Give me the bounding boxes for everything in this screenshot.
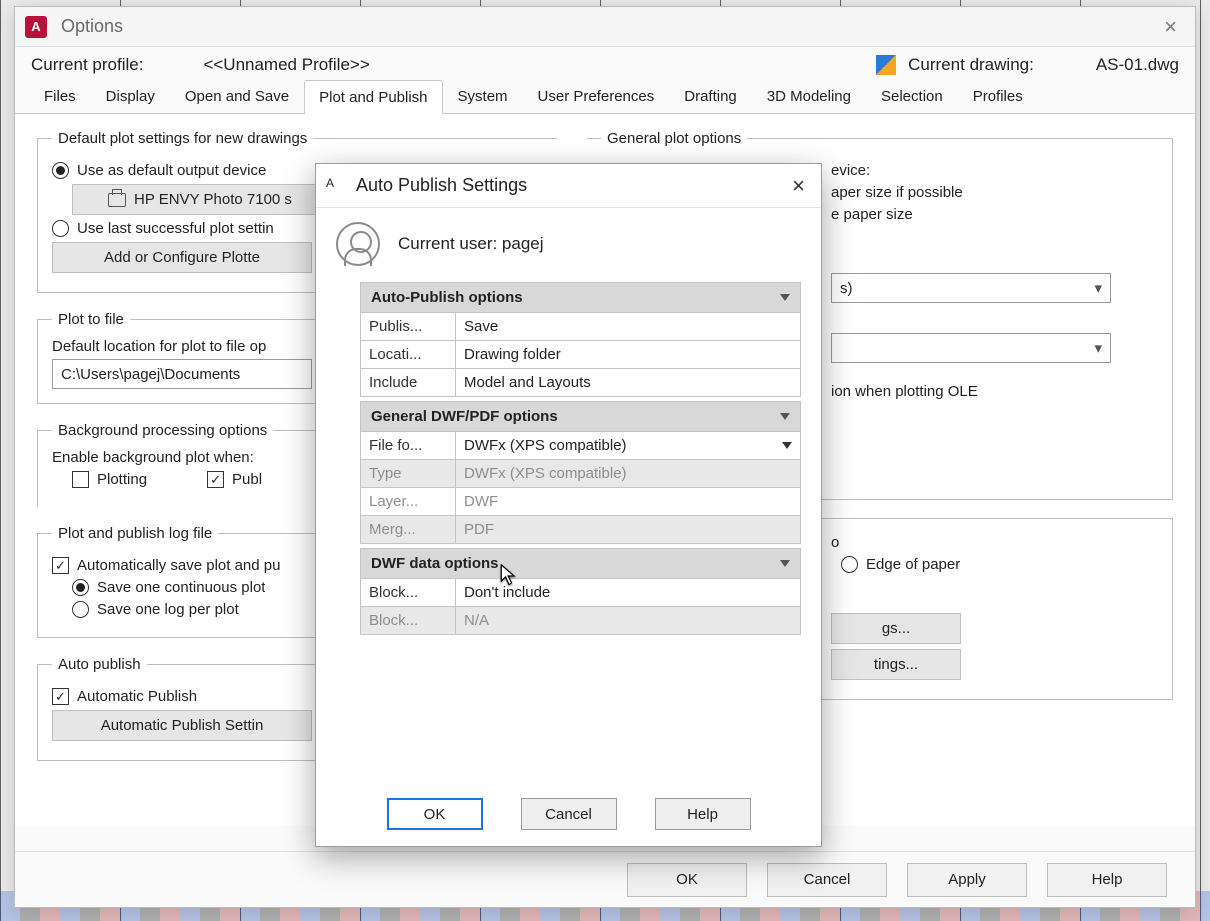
current-profile-label: Current profile: <box>31 55 143 75</box>
modal-help-button[interactable]: Help <box>655 798 751 830</box>
section-auto-publish-options[interactable]: Auto-Publish options <box>360 282 801 313</box>
row-publish-on[interactable]: Publis... Save <box>361 313 800 340</box>
radio-one-continuous-log[interactable] <box>72 579 89 596</box>
check-publishing[interactable] <box>207 471 224 488</box>
chevron-down-icon: ▾ <box>1094 339 1102 357</box>
row-file-format[interactable]: File fo... DWFx (XPS compatible) <box>361 432 800 459</box>
row-merge: Merg... PDF <box>361 515 800 543</box>
printer-icon <box>108 193 126 207</box>
one-per-plot-label: Save one log per plot <box>97 601 239 618</box>
check-automatic-publish[interactable] <box>52 688 69 705</box>
tab-files[interactable]: Files <box>29 79 91 113</box>
row-block-info[interactable]: Block... Don't include <box>361 579 800 606</box>
plot-style-settings-button[interactable]: tings... <box>831 649 961 680</box>
plot-device-label-partial: evice: <box>831 162 870 179</box>
default-printer-value: HP ENVY Photo 7100 s <box>134 191 292 208</box>
row-layer: Layer... DWF <box>361 487 800 515</box>
background-processing-legend: Background processing options <box>52 422 273 439</box>
modal-footer: OK Cancel Help <box>316 782 821 846</box>
radio-one-log-per-plot[interactable] <box>72 601 89 618</box>
automatic-publish-settings-button[interactable]: Automatic Publish Settin <box>52 710 312 741</box>
autocad-app-icon: A <box>326 176 346 196</box>
publishing-label: Publ <box>232 471 262 488</box>
paper-size-label-partial: e paper size <box>831 206 913 223</box>
options-apply-button[interactable]: Apply <box>907 863 1027 897</box>
row-include[interactable]: Include Model and Layouts <box>361 368 800 396</box>
close-icon[interactable]: × <box>1156 14 1185 40</box>
current-drawing-value: AS-01.dwg <box>1096 55 1179 75</box>
radio-edge-of-paper[interactable] <box>841 556 858 573</box>
ole-plotting-label-partial: ion when plotting OLE <box>831 383 978 400</box>
profile-row: Current profile: <<Unnamed Profile>> Cur… <box>15 47 1195 79</box>
current-drawing-label: Current drawing: <box>908 55 1034 75</box>
tab-3d-modeling[interactable]: 3D Modeling <box>752 79 866 113</box>
general-plot-options-legend: General plot options <box>601 130 747 147</box>
options-titlebar: A Options × <box>15 7 1195 47</box>
shade-plot-quality-select[interactable]: s) ▾ <box>831 273 1111 303</box>
tab-user-preferences[interactable]: User Preferences <box>523 79 670 113</box>
automatic-publish-label: Automatic Publish <box>77 688 197 705</box>
use-last-successful-label: Use last successful plot settin <box>77 220 274 237</box>
row-type: Type DWFx (XPS compatible) <box>361 459 800 487</box>
modal-ok-button[interactable]: OK <box>387 798 483 830</box>
options-tabbar: Files Display Open and Save Plot and Pub… <box>15 79 1195 114</box>
plot-stamp-settings-button[interactable]: gs... <box>831 613 961 644</box>
plot-to-file-location-input[interactable]: C:\Users\pagej\Documents <box>52 359 312 389</box>
auto-save-log-label: Automatically save plot and pu <box>77 557 280 574</box>
tab-plot-and-publish[interactable]: Plot and Publish <box>304 80 442 114</box>
tab-drafting[interactable]: Drafting <box>669 79 752 113</box>
user-icon <box>336 222 380 266</box>
add-configure-plotters-button[interactable]: Add or Configure Plotte <box>52 242 312 273</box>
default-printer-combobox[interactable]: HP ENVY Photo 7100 s <box>72 184 332 215</box>
row-location[interactable]: Locati... Drawing folder <box>361 340 800 368</box>
check-auto-save-log[interactable] <box>52 557 69 574</box>
tab-open-and-save[interactable]: Open and Save <box>170 79 304 113</box>
plot-to-file-legend: Plot to file <box>52 311 130 328</box>
plotting-label: Plotting <box>97 471 147 488</box>
chevron-down-icon[interactable] <box>782 442 792 449</box>
tab-selection[interactable]: Selection <box>866 79 958 113</box>
options-ok-button[interactable]: OK <box>627 863 747 897</box>
modal-title: Auto Publish Settings <box>356 175 527 196</box>
section-general-dwf-pdf[interactable]: General DWF/PDF options <box>360 401 801 432</box>
auto-publish-legend: Auto publish <box>52 656 147 673</box>
options-help-button[interactable]: Help <box>1047 863 1167 897</box>
chevron-down-icon <box>780 413 790 420</box>
default-plot-legend: Default plot settings for new drawings <box>52 130 313 147</box>
options-cancel-button[interactable]: Cancel <box>767 863 887 897</box>
radio-use-last-successful[interactable] <box>52 220 69 237</box>
tab-display[interactable]: Display <box>91 79 170 113</box>
one-continuous-label: Save one continuous plot <box>97 579 265 596</box>
chevron-down-icon <box>780 294 790 301</box>
auto-publish-settings-dialog: A Auto Publish Settings × Current user: … <box>315 163 822 847</box>
log-file-legend: Plot and publish log file <box>52 525 218 542</box>
modal-user-row: Current user: pagej <box>316 208 821 276</box>
edge-of-paper-label: Edge of paper <box>866 556 960 573</box>
current-profile-value: <<Unnamed Profile>> <box>203 55 369 75</box>
section-dwf-data[interactable]: DWF data options <box>360 548 801 579</box>
ole-quality-select[interactable]: ▾ <box>831 333 1111 363</box>
paper-if-possible-label-partial: aper size if possible <box>831 184 963 201</box>
chevron-down-icon: ▾ <box>1094 279 1102 297</box>
autocad-app-icon: A <box>25 16 47 38</box>
check-plotting[interactable] <box>72 471 89 488</box>
tab-system[interactable]: System <box>443 79 523 113</box>
use-default-output-label: Use as default output device <box>77 162 266 179</box>
options-title: Options <box>61 16 123 37</box>
drawing-icon <box>876 55 896 75</box>
tab-profiles[interactable]: Profiles <box>958 79 1038 113</box>
options-footer: OK Cancel Apply Help <box>15 851 1195 907</box>
chevron-down-icon <box>780 560 790 567</box>
radio-use-default-output[interactable] <box>52 162 69 179</box>
modal-cancel-button[interactable]: Cancel <box>521 798 617 830</box>
modal-titlebar: A Auto Publish Settings × <box>316 164 821 208</box>
property-grid: Auto-Publish options Publis... Save Loca… <box>360 282 801 635</box>
current-user-label: Current user: pagej <box>398 234 544 254</box>
row-block-template: Block... N/A <box>361 606 800 634</box>
modal-close-icon[interactable]: × <box>786 173 811 199</box>
